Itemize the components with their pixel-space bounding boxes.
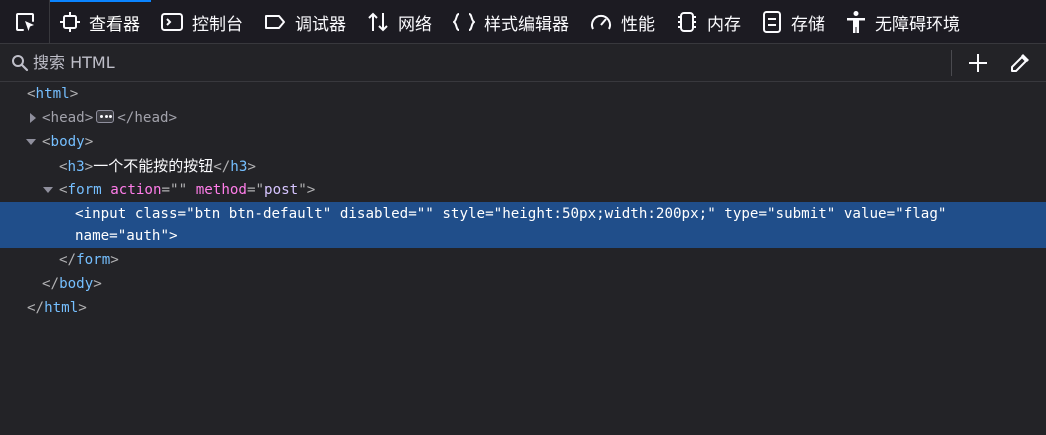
tab-storage[interactable]: 存储 <box>752 0 836 43</box>
memory-icon <box>678 12 696 32</box>
attr-name: disabled <box>339 206 409 222</box>
attr-name: style <box>442 206 486 222</box>
attr-name: action <box>110 182 162 198</box>
node-form-open[interactable]: <form action="" method="post"> <box>0 178 1046 202</box>
tab-label: 性能 <box>621 14 655 35</box>
node-input-selected[interactable]: <input class="btn btn-default" disabled=… <box>0 202 1046 248</box>
collapse-arrow-icon[interactable] <box>43 187 53 193</box>
h3-text: 一个不能按的按钮 <box>93 157 214 175</box>
tab-accessibility[interactable]: 无障碍环境 <box>836 0 971 43</box>
inspector-icon <box>60 12 80 32</box>
tab-label: 样式编辑器 <box>484 14 569 35</box>
tab-label: 调试器 <box>295 14 346 35</box>
debugger-icon <box>265 15 285 29</box>
markup-tree: <html> <head> </head> <body> <h3>一个不能按的按钮… <box>0 82 1046 435</box>
tab-network[interactable]: 网络 <box>357 0 443 43</box>
tab-memory[interactable]: 内存 <box>666 0 752 43</box>
tab-label: 无障碍环境 <box>875 14 960 35</box>
tag-name: form <box>67 182 102 198</box>
search-html-input[interactable] <box>33 47 951 78</box>
attr-value: auth <box>126 228 161 244</box>
attr-value: height:50px;width:200px; <box>502 206 708 222</box>
attr-name: type <box>724 206 759 222</box>
node-form-close[interactable]: </form> <box>0 248 1046 272</box>
performance-icon <box>591 14 611 30</box>
expand-arrow-icon[interactable] <box>30 113 36 123</box>
eyedropper-button[interactable] <box>1004 47 1036 79</box>
attr-name: method <box>195 182 247 198</box>
attr-value: submit <box>775 206 827 222</box>
node-head[interactable]: <head> </head> <box>0 106 1046 130</box>
collapsed-ellipsis-icon[interactable] <box>96 110 115 123</box>
console-icon <box>161 13 183 31</box>
eyedropper-icon <box>1011 53 1029 72</box>
element-picker-button[interactable] <box>0 0 50 43</box>
tab-debugger[interactable]: 调试器 <box>254 0 357 43</box>
tag-name: h3 <box>67 159 85 175</box>
tag-name: html <box>35 86 70 102</box>
attr-name: value <box>843 206 887 222</box>
devtools-toolbar: 查看器 控制台 调试器 网络 样式编辑器 性能 内存 存储 无障碍环境 <box>0 0 1046 44</box>
tag-name: body <box>59 276 94 292</box>
tag-name: head <box>134 110 169 126</box>
attr-name: class <box>134 206 178 222</box>
network-icon <box>368 12 388 32</box>
tab-label: 查看器 <box>89 14 140 35</box>
node-html-close[interactable]: </html> <box>0 296 1046 320</box>
style-editor-icon <box>453 13 475 31</box>
tab-inspector[interactable]: 查看器 <box>50 0 151 43</box>
tab-performance[interactable]: 性能 <box>580 0 666 43</box>
tab-label: 控制台 <box>192 14 243 35</box>
tag-name: form <box>76 252 111 268</box>
attr-value: btn btn-default <box>194 206 323 222</box>
node-body-close[interactable]: </body> <box>0 272 1046 296</box>
attr-value: post <box>264 182 299 198</box>
search-bar <box>0 44 1046 82</box>
tag-name: head <box>50 110 85 126</box>
plus-icon <box>969 53 987 72</box>
tab-console[interactable]: 控制台 <box>151 0 254 43</box>
tag-name: html <box>44 300 79 316</box>
node-h3[interactable]: <h3>一个不能按的按钮</h3> <box>0 154 1046 178</box>
tab-label: 内存 <box>707 14 741 35</box>
search-icon <box>12 54 29 71</box>
toolbar-divider <box>951 49 952 76</box>
node-html-open[interactable]: <html> <box>0 82 1046 106</box>
tab-label: 存储 <box>791 14 825 35</box>
tab-label: 网络 <box>398 14 432 35</box>
collapse-arrow-icon[interactable] <box>26 139 36 145</box>
storage-icon <box>763 11 781 33</box>
attr-name: name <box>75 228 110 244</box>
node-body-open[interactable]: <body> <box>0 130 1046 154</box>
tag-name: h3 <box>230 159 248 175</box>
attr-value: flag <box>903 206 938 222</box>
tag-name: input <box>83 206 127 222</box>
tag-name: body <box>50 134 85 150</box>
accessibility-icon <box>847 11 865 33</box>
add-node-button[interactable] <box>962 47 994 79</box>
element-picker-icon <box>15 13 34 31</box>
tab-style-editor[interactable]: 样式编辑器 <box>443 0 580 43</box>
